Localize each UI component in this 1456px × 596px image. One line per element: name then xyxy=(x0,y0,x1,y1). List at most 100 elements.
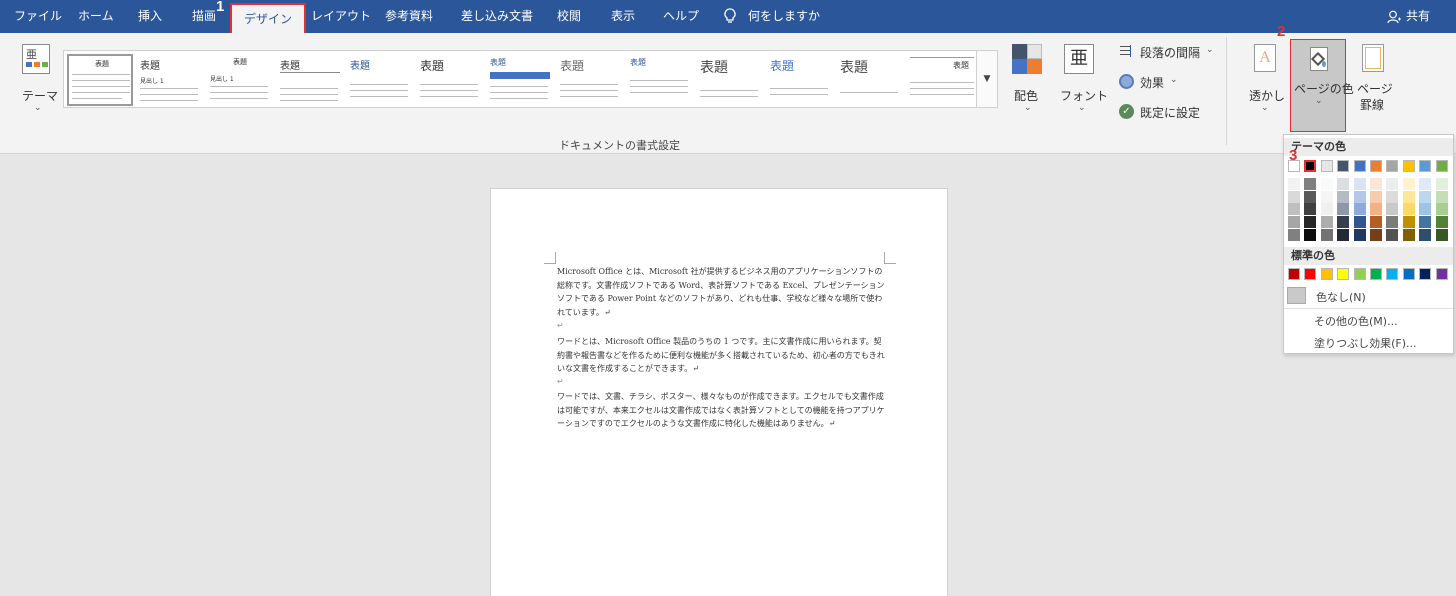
theme-color-shade[interactable] xyxy=(1435,228,1448,241)
style-set-item[interactable]: 表題 xyxy=(417,54,483,106)
standard-color-swatch[interactable] xyxy=(1419,268,1432,280)
tab-references[interactable]: 参考資料 xyxy=(385,0,433,33)
tab-home[interactable]: ホーム xyxy=(78,0,114,33)
theme-color-swatch[interactable] xyxy=(1435,160,1448,172)
theme-color-shade[interactable] xyxy=(1320,178,1333,190)
gallery-more-button[interactable]: ▼ xyxy=(976,50,998,108)
theme-color-shade[interactable] xyxy=(1419,178,1432,190)
style-set-item[interactable]: 表題 xyxy=(907,54,979,106)
theme-color-shade[interactable] xyxy=(1370,228,1382,241)
theme-color-swatch[interactable] xyxy=(1353,160,1366,172)
style-set-item[interactable]: 表題 xyxy=(67,54,133,106)
theme-color-shade[interactable] xyxy=(1337,216,1350,229)
theme-color-shade[interactable] xyxy=(1419,190,1432,203)
page-color-button[interactable]: ページの色 ⌄ xyxy=(1290,39,1354,132)
theme-color-shade[interactable] xyxy=(1435,216,1448,229)
paragraph-spacing-button[interactable]: 段落の間隔 ⌄ xyxy=(1118,43,1218,63)
tab-file[interactable]: ファイル xyxy=(14,0,62,33)
theme-color-shade[interactable] xyxy=(1402,203,1415,216)
standard-color-swatch[interactable] xyxy=(1288,268,1300,280)
standard-color-swatch[interactable] xyxy=(1402,268,1415,280)
theme-color-shade[interactable] xyxy=(1304,228,1317,241)
theme-color-swatch[interactable] xyxy=(1337,160,1350,172)
tab-layout[interactable]: レイアウト xyxy=(311,0,371,33)
theme-color-swatch[interactable] xyxy=(1370,160,1382,172)
theme-color-shade[interactable] xyxy=(1353,228,1366,241)
theme-color-shade[interactable] xyxy=(1419,228,1432,241)
no-color-option[interactable]: 色なし(N) xyxy=(1287,286,1451,306)
theme-color-swatch[interactable] xyxy=(1402,160,1415,172)
theme-color-shade[interactable] xyxy=(1386,216,1399,229)
theme-color-shade[interactable] xyxy=(1370,190,1382,203)
theme-color-shade[interactable] xyxy=(1419,216,1432,229)
style-set-item[interactable]: 表題 xyxy=(487,54,553,106)
theme-color-swatch[interactable] xyxy=(1304,160,1317,172)
standard-color-swatch[interactable] xyxy=(1370,268,1382,280)
theme-color-shade[interactable] xyxy=(1304,216,1317,229)
themes-button[interactable]: 亜 テーマ ⌄ xyxy=(8,41,60,121)
theme-color-shade[interactable] xyxy=(1337,190,1350,203)
theme-color-shade[interactable] xyxy=(1320,228,1333,241)
set-default-button[interactable]: ✓ 既定に設定 xyxy=(1118,102,1208,122)
theme-color-shade[interactable] xyxy=(1353,203,1366,216)
standard-color-swatch[interactable] xyxy=(1435,268,1448,280)
tab-help[interactable]: ヘルプ xyxy=(663,0,699,33)
watermark-button[interactable]: A 透かし ⌄ xyxy=(1246,41,1286,116)
tab-review[interactable]: 校閲 xyxy=(557,0,581,33)
standard-color-swatch[interactable] xyxy=(1386,268,1399,280)
theme-color-shade[interactable] xyxy=(1386,228,1399,241)
standard-color-swatch[interactable] xyxy=(1353,268,1366,280)
theme-color-swatch[interactable] xyxy=(1320,160,1333,172)
theme-color-shade[interactable] xyxy=(1370,216,1382,229)
theme-color-shade[interactable] xyxy=(1386,203,1399,216)
standard-color-swatch[interactable] xyxy=(1320,268,1333,280)
theme-color-shade[interactable] xyxy=(1320,190,1333,203)
tab-insert[interactable]: 挿入 xyxy=(138,0,162,33)
fonts-button[interactable]: 亜 フォント ⌄ xyxy=(1058,41,1108,116)
fill-effects-option[interactable]: 塗りつぶし効果(F)... xyxy=(1314,335,1417,351)
standard-color-swatch[interactable] xyxy=(1304,268,1317,280)
theme-color-shade[interactable] xyxy=(1337,178,1350,190)
theme-color-shade[interactable] xyxy=(1402,216,1415,229)
theme-color-shade[interactable] xyxy=(1320,216,1333,229)
style-set-item[interactable]: 表題 xyxy=(557,54,623,106)
more-colors-option[interactable]: その他の色(M)... xyxy=(1314,313,1398,329)
theme-color-shade[interactable] xyxy=(1304,178,1317,190)
theme-color-shade[interactable] xyxy=(1370,178,1382,190)
theme-color-shade[interactable] xyxy=(1353,216,1366,229)
theme-color-shade[interactable] xyxy=(1288,203,1300,216)
theme-color-shade[interactable] xyxy=(1370,203,1382,216)
theme-color-shade[interactable] xyxy=(1353,190,1366,203)
theme-color-shade[interactable] xyxy=(1402,228,1415,241)
theme-color-shade[interactable] xyxy=(1288,178,1300,190)
effects-button[interactable]: 効果 ⌄ xyxy=(1118,72,1188,92)
theme-color-shade[interactable] xyxy=(1288,216,1300,229)
theme-color-shade[interactable] xyxy=(1402,178,1415,190)
theme-color-shade[interactable] xyxy=(1337,228,1350,241)
theme-color-shade[interactable] xyxy=(1435,203,1448,216)
theme-color-shade[interactable] xyxy=(1386,178,1399,190)
tab-mailings[interactable]: 差し込み文書 xyxy=(461,0,533,33)
theme-color-shade[interactable] xyxy=(1353,178,1366,190)
style-set-item[interactable]: 表題 xyxy=(627,54,693,106)
tab-design[interactable]: デザイン xyxy=(230,3,307,33)
theme-color-shade[interactable] xyxy=(1337,203,1350,216)
document-page[interactable]: Microsoft Office とは、Microsoft 社が提供するビジネス… xyxy=(490,188,948,596)
style-set-item[interactable]: 表題 xyxy=(837,54,903,106)
style-set-item[interactable]: 表題 xyxy=(277,54,343,106)
theme-color-shade[interactable] xyxy=(1386,190,1399,203)
style-set-item[interactable]: 表題 xyxy=(697,54,763,106)
theme-color-shade[interactable] xyxy=(1320,203,1333,216)
theme-color-shade[interactable] xyxy=(1419,203,1432,216)
theme-color-swatch[interactable] xyxy=(1386,160,1399,172)
theme-color-shade[interactable] xyxy=(1304,203,1317,216)
theme-color-shade[interactable] xyxy=(1435,178,1448,190)
theme-color-shade[interactable] xyxy=(1402,190,1415,203)
style-set-item[interactable]: 表題 xyxy=(767,54,833,106)
theme-color-shade[interactable] xyxy=(1288,190,1300,203)
theme-color-shade[interactable] xyxy=(1304,190,1317,203)
style-set-item[interactable]: 表題 見出し 1 xyxy=(207,54,273,106)
share-button[interactable]: 共有 xyxy=(1406,0,1430,33)
style-set-item[interactable]: 表題 見出し 1 xyxy=(137,54,203,106)
theme-color-swatch[interactable] xyxy=(1419,160,1432,172)
